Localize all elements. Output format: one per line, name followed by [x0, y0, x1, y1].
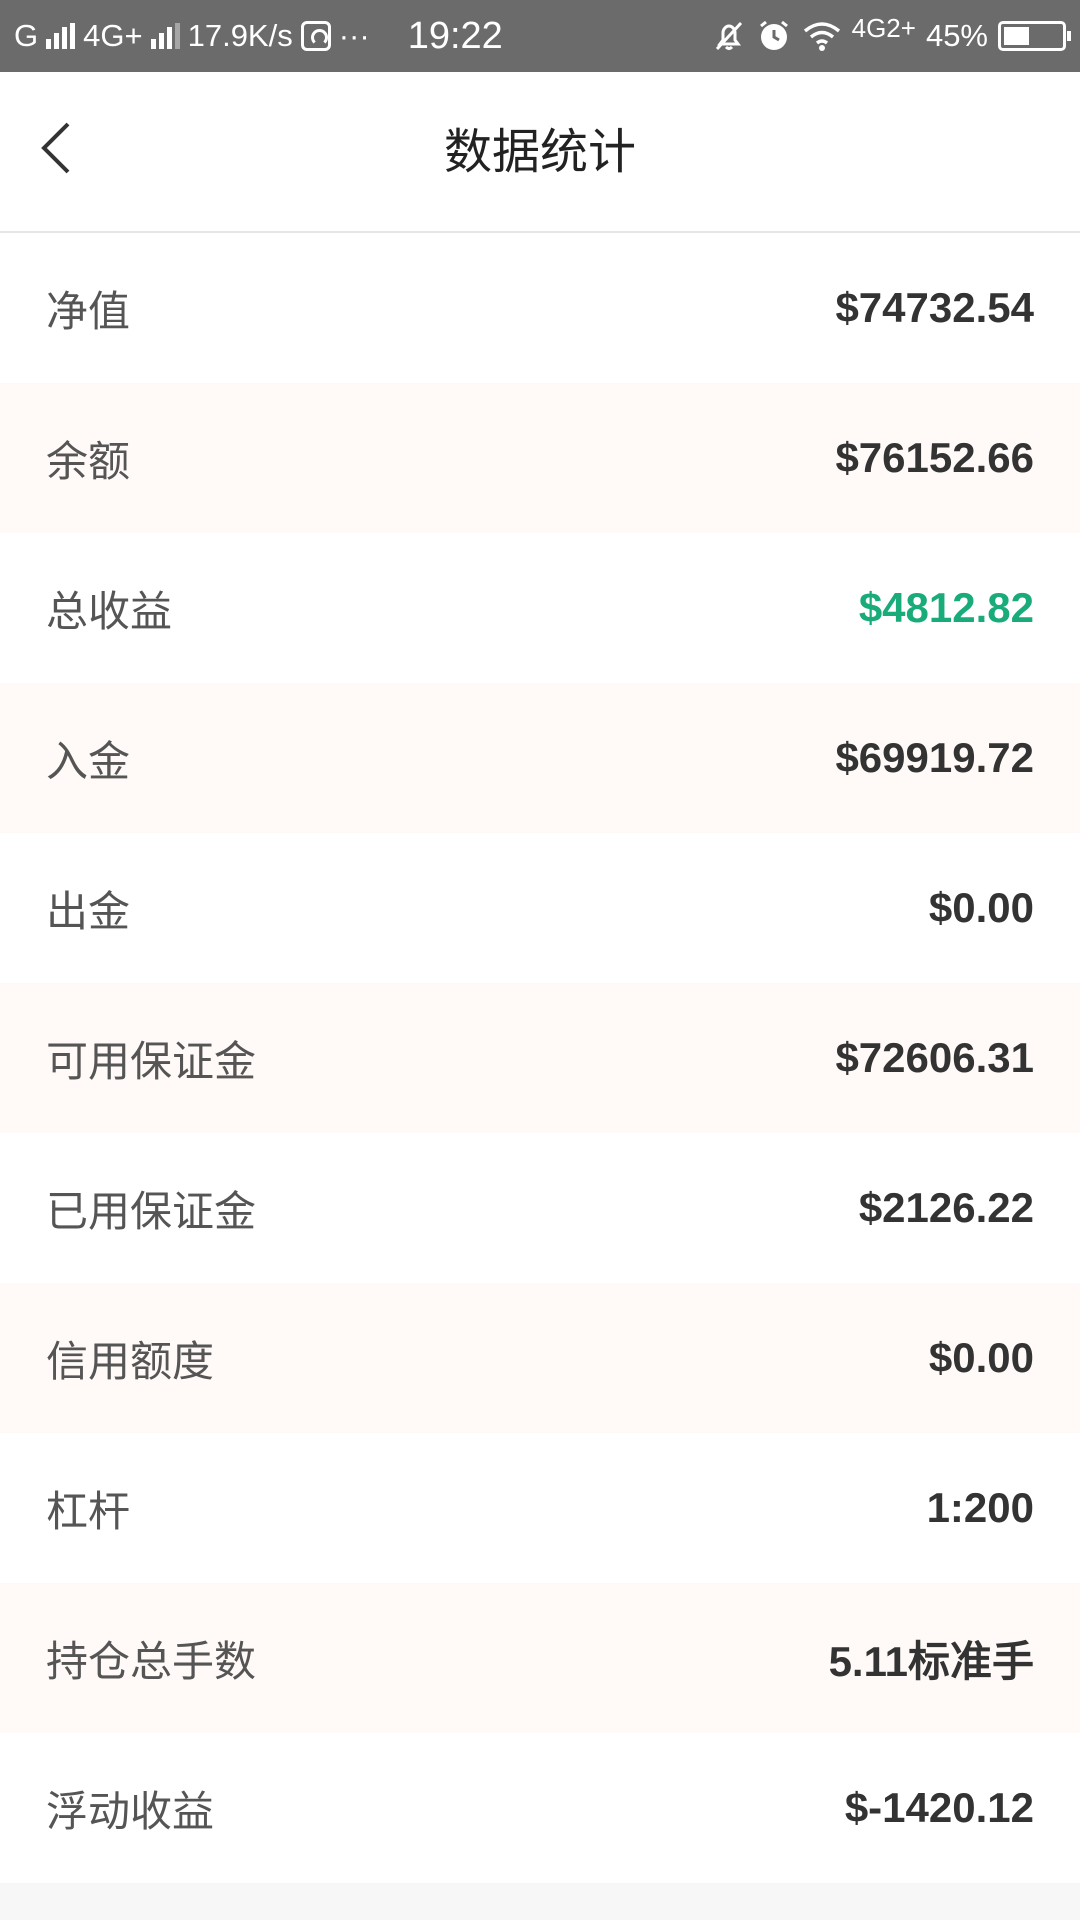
bell-muted-icon	[715, 21, 742, 51]
network-label: 4G+	[83, 18, 143, 53]
stat-value: 1:200	[926, 1484, 1034, 1531]
signal-icon-2	[150, 23, 180, 49]
stat-value: $0.00	[928, 884, 1034, 931]
stat-value: 5.11标准手	[828, 1637, 1034, 1685]
bottom-strip	[0, 1883, 1080, 1920]
stat-value: $74732.54	[835, 284, 1034, 331]
stat-row-free-margin: 可用保证金 $72606.31	[0, 983, 1080, 1133]
stat-label: 杠杆	[46, 1486, 131, 1536]
stat-label: 信用额度	[46, 1336, 215, 1386]
stat-row-leverage: 杠杆 1:200	[0, 1433, 1080, 1583]
network-4g-label: 4G2+	[852, 13, 916, 44]
more-dots: ···	[338, 18, 370, 53]
stat-label: 余额	[46, 436, 131, 486]
stat-label: 持仓总手数	[46, 1636, 257, 1686]
stat-value: $72606.31	[835, 1034, 1034, 1081]
stat-label: 净值	[46, 286, 131, 336]
stat-value: $69919.72	[835, 734, 1034, 781]
stat-value: $76152.66	[835, 434, 1034, 481]
stat-row-used-margin: 已用保证金 $2126.22	[0, 1133, 1080, 1283]
stat-label: 入金	[46, 736, 131, 786]
stat-label: 总收益	[46, 586, 173, 636]
status-right: 4G2+ 45%	[712, 13, 1071, 54]
alarm-clock-icon	[759, 20, 788, 50]
clock: 19:22	[407, 14, 503, 57]
signal-icon	[46, 23, 76, 49]
network-speed: 17.9K/s	[187, 18, 293, 53]
network-4g-sub: 2+	[886, 12, 916, 43]
stat-label: 已用保证金	[46, 1186, 257, 1236]
status-left: G 4G+ 17.9K/s ··· 19:22	[14, 15, 712, 58]
stat-row-net-value: 净值 $74732.54	[0, 233, 1080, 383]
carrier-label: G	[14, 18, 39, 53]
battery-percent: 45%	[925, 18, 988, 53]
speedometer-icon	[300, 21, 331, 51]
stat-row-deposit: 入金 $69919.72	[0, 683, 1080, 833]
stat-label: 出金	[46, 886, 131, 936]
stat-label: 可用保证金	[46, 1036, 257, 1086]
page-title: 数据统计	[443, 124, 636, 180]
stat-value: $-1420.12	[844, 1784, 1034, 1831]
network-4g-text: 4G	[851, 12, 887, 43]
wifi-icon	[803, 22, 840, 51]
battery-icon	[998, 21, 1071, 51]
stat-row-floating-pl: 浮动收益 $-1420.12	[0, 1733, 1080, 1883]
stat-value: $2126.22	[858, 1184, 1034, 1231]
stat-row-balance: 余额 $76152.66	[0, 383, 1080, 533]
stat-row-withdrawal: 出金 $0.00	[0, 833, 1080, 983]
header: 数据统计	[0, 72, 1080, 233]
stat-value: $0.00	[928, 1334, 1034, 1381]
stat-value: $4812.82	[858, 584, 1034, 631]
stats-list: 净值 $74732.54 余额 $76152.66 总收益 $4812.82 入…	[0, 233, 1080, 1883]
stat-row-credit: 信用额度 $0.00	[0, 1283, 1080, 1433]
status-bar: G 4G+ 17.9K/s ··· 19:22 4G2+ 45%	[0, 0, 1080, 72]
stat-row-total-lots: 持仓总手数 5.11标准手	[0, 1583, 1080, 1733]
stat-label: 浮动收益	[46, 1786, 215, 1836]
stat-row-total-profit: 总收益 $4812.82	[0, 533, 1080, 683]
